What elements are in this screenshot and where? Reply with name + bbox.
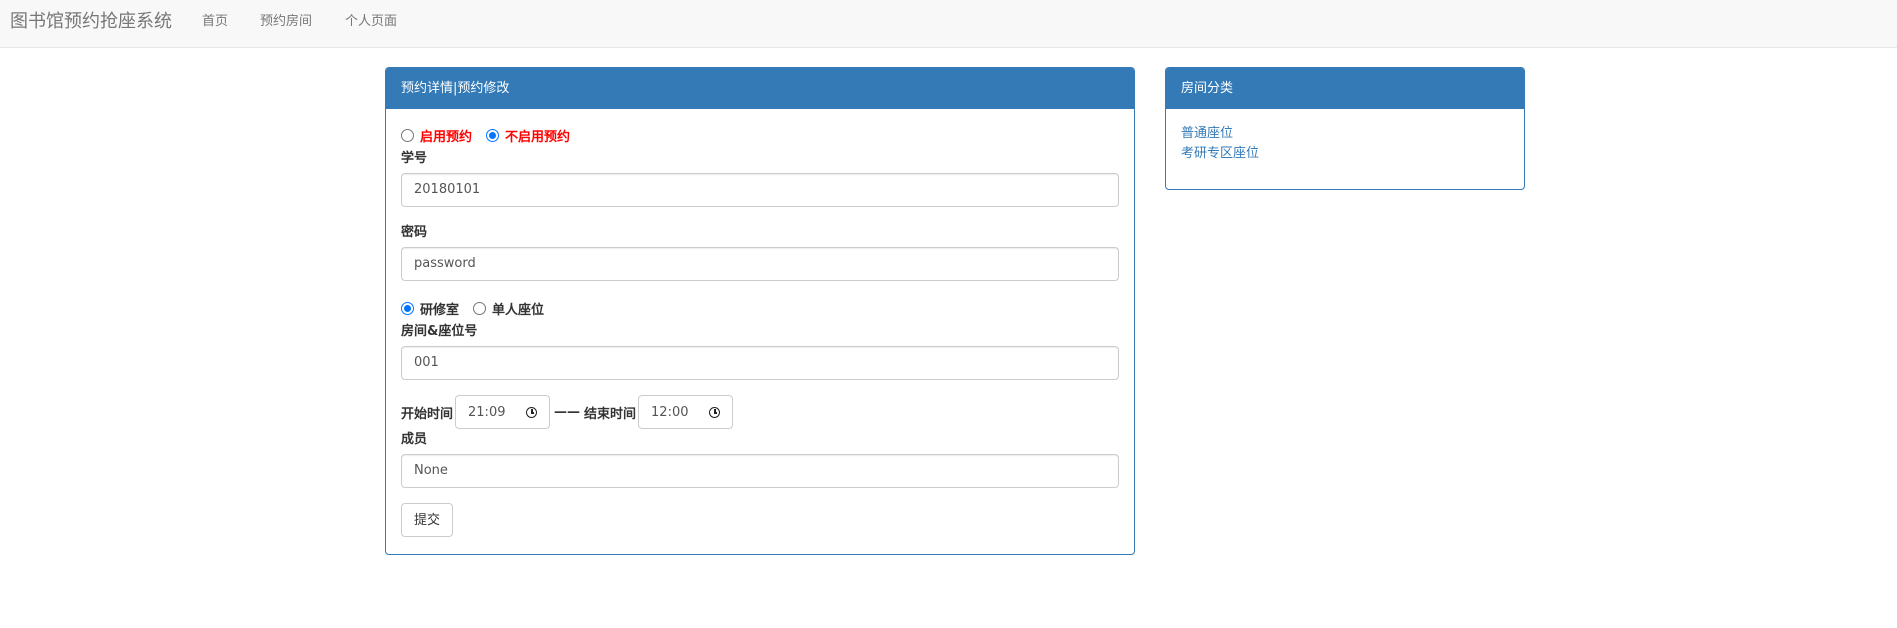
reservation-panel: 预约详情|预约修改 启用预约 不启用预约 学号 20180101 密码 pass… bbox=[385, 67, 1135, 555]
submit-button[interactable]: 提交 bbox=[401, 503, 454, 537]
disable-label: 不启用预约 bbox=[505, 129, 571, 145]
time-row: 开始时间 21:09 —— 结束时间 12:00 bbox=[401, 395, 737, 429]
end-time-value: 12:00 bbox=[651, 404, 689, 420]
password-label: 密码 bbox=[401, 225, 428, 240]
study-room-option[interactable]: 研修室 bbox=[401, 299, 459, 318]
start-time-value: 21:09 bbox=[468, 404, 506, 420]
room-category-list: 普通座位 考研专区座位 bbox=[1166, 109, 1524, 190]
password-input[interactable]: password bbox=[401, 247, 1119, 281]
brand-link[interactable]: 图书馆预约抢座系统 bbox=[10, 12, 172, 32]
nav-reserve-room-link[interactable]: 预约房间 bbox=[260, 15, 312, 29]
reservation-form: 启用预约 不启用预约 学号 20180101 密码 password 研修室 单… bbox=[386, 109, 1134, 555]
room-category-heading: 房间分类 bbox=[1166, 68, 1524, 109]
nav-home-link[interactable]: 首页 bbox=[202, 15, 228, 29]
disable-reservation-option[interactable]: 不启用预约 bbox=[486, 126, 570, 145]
student-id-input[interactable]: 20180101 bbox=[401, 173, 1119, 207]
end-time-label: 结束时间 bbox=[584, 406, 637, 422]
enable-radio[interactable] bbox=[401, 128, 414, 142]
enable-reservation-option[interactable]: 启用预约 bbox=[401, 126, 472, 145]
single-seat-radio[interactable] bbox=[473, 301, 487, 315]
category-normal-seat-link[interactable]: 普通座位 bbox=[1181, 126, 1233, 142]
members-label: 成员 bbox=[401, 432, 428, 447]
reservation-panel-heading: 预约详情|预约修改 bbox=[386, 68, 1134, 109]
enable-label: 启用预约 bbox=[420, 129, 473, 145]
end-time-input[interactable]: 12:00 bbox=[638, 395, 734, 429]
members-input[interactable]: None bbox=[401, 454, 1119, 488]
student-id-label: 学号 bbox=[401, 151, 428, 166]
study-room-radio[interactable] bbox=[401, 301, 414, 315]
room-seat-label: 房间&座位号 bbox=[401, 324, 478, 339]
room-type-radio-group: 研修室 单人座位 bbox=[401, 299, 558, 318]
single-seat-option[interactable]: 单人座位 bbox=[473, 299, 544, 318]
navbar: 图书馆预约抢座系统 首页 预约房间 个人页面 bbox=[0, 0, 1897, 48]
enable-radio-group: 启用预约 不启用预约 bbox=[401, 126, 584, 145]
room-category-panel: 房间分类 普通座位 考研专区座位 bbox=[1165, 67, 1525, 190]
nav-personal-page-link[interactable]: 个人页面 bbox=[345, 15, 397, 29]
time-separator: —— bbox=[554, 404, 581, 420]
room-seat-input[interactable]: 001 bbox=[401, 346, 1119, 380]
single-seat-label: 单人座位 bbox=[492, 302, 545, 318]
disable-radio[interactable] bbox=[486, 128, 500, 142]
study-room-label: 研修室 bbox=[420, 302, 460, 318]
clock-icon[interactable] bbox=[526, 406, 538, 418]
start-time-input[interactable]: 21:09 bbox=[455, 395, 551, 429]
clock-icon[interactable] bbox=[709, 406, 721, 418]
start-time-label: 开始时间 bbox=[401, 406, 454, 422]
category-exam-seat-link[interactable]: 考研专区座位 bbox=[1181, 146, 1259, 162]
